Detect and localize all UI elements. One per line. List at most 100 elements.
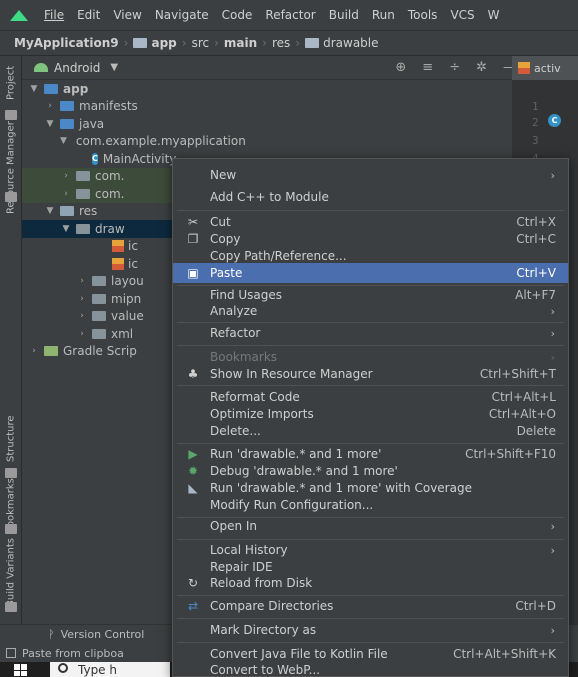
window-icon[interactable]: [6, 648, 16, 658]
menu-item-label: Open In: [210, 519, 258, 533]
caret-down-icon[interactable]: ▼: [110, 62, 118, 73]
menu-item-convert-webp[interactable]: Convert to WebP...: [173, 660, 568, 677]
chevron-right-icon[interactable]: ›: [60, 189, 72, 199]
menu-tools[interactable]: Tools: [408, 8, 438, 22]
resource-folder-icon: [60, 206, 74, 217]
menu-file[interactable]: File: [44, 8, 64, 22]
chevron-right-icon[interactable]: ›: [76, 294, 88, 304]
menu-item-add-cpp[interactable]: Add C++ to Module: [173, 187, 568, 207]
taskbar-search[interactable]: Type h: [50, 662, 170, 677]
chevron-down-icon[interactable]: ▼: [60, 136, 67, 146]
menu-item-show-in-resource-manager[interactable]: ♣ Show In Resource Manager Ctrl+Shift+T: [173, 364, 568, 384]
menu-item-label: Convert to WebP...: [210, 663, 321, 677]
chevron-right-icon[interactable]: ›: [76, 276, 88, 286]
menu-run[interactable]: Run: [372, 8, 395, 22]
tree-item-gradle[interactable]: › Gradle Scrip: [22, 343, 172, 361]
tab-build-variants[interactable]: Build Variants: [2, 538, 20, 608]
chevron-down-icon[interactable]: ▼: [44, 206, 56, 216]
tree-item-java[interactable]: ▼ java: [22, 115, 172, 133]
menu-item-label: Paste: [210, 266, 243, 280]
menu-item-label: Run 'drawable.* and 1 more': [210, 447, 382, 461]
breadcrumb-src[interactable]: src: [192, 36, 210, 50]
folder-icon: [133, 38, 148, 48]
tab-structure[interactable]: Structure: [2, 412, 20, 466]
menu-build[interactable]: Build: [329, 8, 359, 22]
tree-label: manifests: [79, 99, 138, 114]
collapse-all-icon[interactable]: ÷: [449, 60, 460, 75]
menu-item-label: Debug 'drawable.* and 1 more': [210, 464, 398, 478]
tree-item-manifests[interactable]: › manifests: [22, 98, 172, 116]
context-menu: New › Add C++ to Module ✂ Cut Ctrl+X ❐ C…: [172, 158, 569, 677]
menu-item-label: Copy Path/Reference...: [210, 249, 347, 263]
chevron-right-icon[interactable]: ›: [76, 329, 88, 339]
resource-manager-icon: [5, 192, 17, 202]
menu-item-modify-run-config[interactable]: Modify Run Configuration...: [173, 495, 568, 515]
menu-item-mark-directory[interactable]: Mark Directory as ›: [173, 620, 568, 640]
editor-tab[interactable]: activ: [512, 56, 578, 80]
class-icon[interactable]: C: [548, 114, 561, 127]
menu-refactor[interactable]: Refactor: [265, 8, 315, 22]
menu-code[interactable]: Code: [222, 8, 253, 22]
windows-start-icon[interactable]: [14, 664, 28, 676]
menu-item-refactor[interactable]: Refactor ›: [173, 323, 568, 343]
tree-item-package-3[interactable]: › com.: [22, 185, 172, 203]
tree-item-mipmap[interactable]: › mipn: [22, 290, 172, 308]
breadcrumb-drawable[interactable]: drawable: [323, 36, 378, 50]
chevron-right-icon[interactable]: ›: [44, 101, 56, 111]
breadcrumb-main[interactable]: main: [224, 36, 257, 50]
tree-item-main-activity[interactable]: C MainActivity: [22, 150, 176, 168]
breadcrumb-res[interactable]: res: [272, 36, 290, 50]
menu-item-analyze[interactable]: Analyze ›: [173, 301, 568, 321]
tree-item-drawable[interactable]: ▼ draw: [22, 220, 172, 238]
menu-item-reload-from-disk[interactable]: ↻ Reload from Disk: [173, 573, 568, 593]
tree-item-layout[interactable]: › layou: [22, 273, 172, 291]
chevron-right-icon: ›: [550, 350, 555, 364]
menu-item-shortcut: Ctrl+Shift+T: [479, 367, 556, 381]
menu-window[interactable]: W: [488, 8, 500, 22]
menu-view[interactable]: View: [113, 8, 141, 22]
tree-item-ic-1[interactable]: ic: [22, 238, 172, 256]
tree-item-package[interactable]: ▼ com.example.myapplication: [22, 133, 246, 151]
tree-label: mipn: [111, 291, 142, 306]
menu-item-delete[interactable]: Delete... Delete: [173, 421, 568, 441]
tab-project[interactable]: Project: [2, 60, 20, 106]
chevron-right-icon[interactable]: ›: [28, 346, 40, 356]
reload-icon: ↻: [187, 576, 199, 590]
menu-navigate[interactable]: Navigate: [155, 8, 209, 22]
chevron-down-icon[interactable]: ▼: [60, 224, 72, 234]
chevron-right-icon[interactable]: ›: [76, 311, 88, 321]
expand-all-icon[interactable]: ≡: [422, 60, 433, 75]
tree-item-app[interactable]: ▼ app: [22, 80, 172, 98]
menu-item-open-in[interactable]: Open In ›: [173, 516, 568, 536]
chevron-down-icon[interactable]: ▼: [44, 119, 56, 129]
tree-item-xml[interactable]: › xml: [22, 325, 172, 343]
tab-resource-manager[interactable]: Resource Manager: [2, 118, 20, 218]
chevron-down-icon[interactable]: ▼: [28, 84, 40, 94]
tab-version-control[interactable]: Version Control: [61, 628, 145, 641]
menu-item-new[interactable]: New ›: [173, 165, 568, 185]
gradle-icon: [44, 346, 58, 357]
tree-item-values[interactable]: › value: [22, 308, 172, 326]
tree-item-package-2[interactable]: › com.: [22, 167, 172, 185]
locate-icon[interactable]: ⊕: [395, 60, 406, 75]
breadcrumb-module[interactable]: app: [151, 36, 176, 50]
view-selector[interactable]: Android: [54, 61, 100, 75]
folder-icon: [76, 223, 90, 234]
menu-item-label: Optimize Imports: [210, 407, 314, 421]
chevron-right-icon[interactable]: ›: [60, 171, 72, 181]
tree-item-res[interactable]: ▼ res: [22, 203, 172, 221]
chevron-right-icon: ›: [550, 519, 555, 533]
chevron-right-icon: ›: [550, 168, 555, 182]
menu-vcs[interactable]: VCS: [450, 8, 474, 22]
android-icon: [34, 63, 48, 72]
search-icon: [58, 663, 68, 673]
menu-item-label: Analyze: [210, 304, 258, 318]
chevron-right-icon: ›: [123, 36, 129, 50]
menu-edit[interactable]: Edit: [77, 8, 100, 22]
gear-icon[interactable]: ✲: [476, 60, 487, 75]
menu-item-compare-directories[interactable]: ⇄ Compare Directories Ctrl+D: [173, 596, 568, 616]
tree-item-ic-2[interactable]: ic: [22, 255, 172, 273]
breadcrumb-project[interactable]: MyApplication9: [14, 36, 119, 50]
menu-item-paste[interactable]: ▣ Paste Ctrl+V: [173, 263, 568, 283]
tree-label: res: [79, 204, 98, 219]
